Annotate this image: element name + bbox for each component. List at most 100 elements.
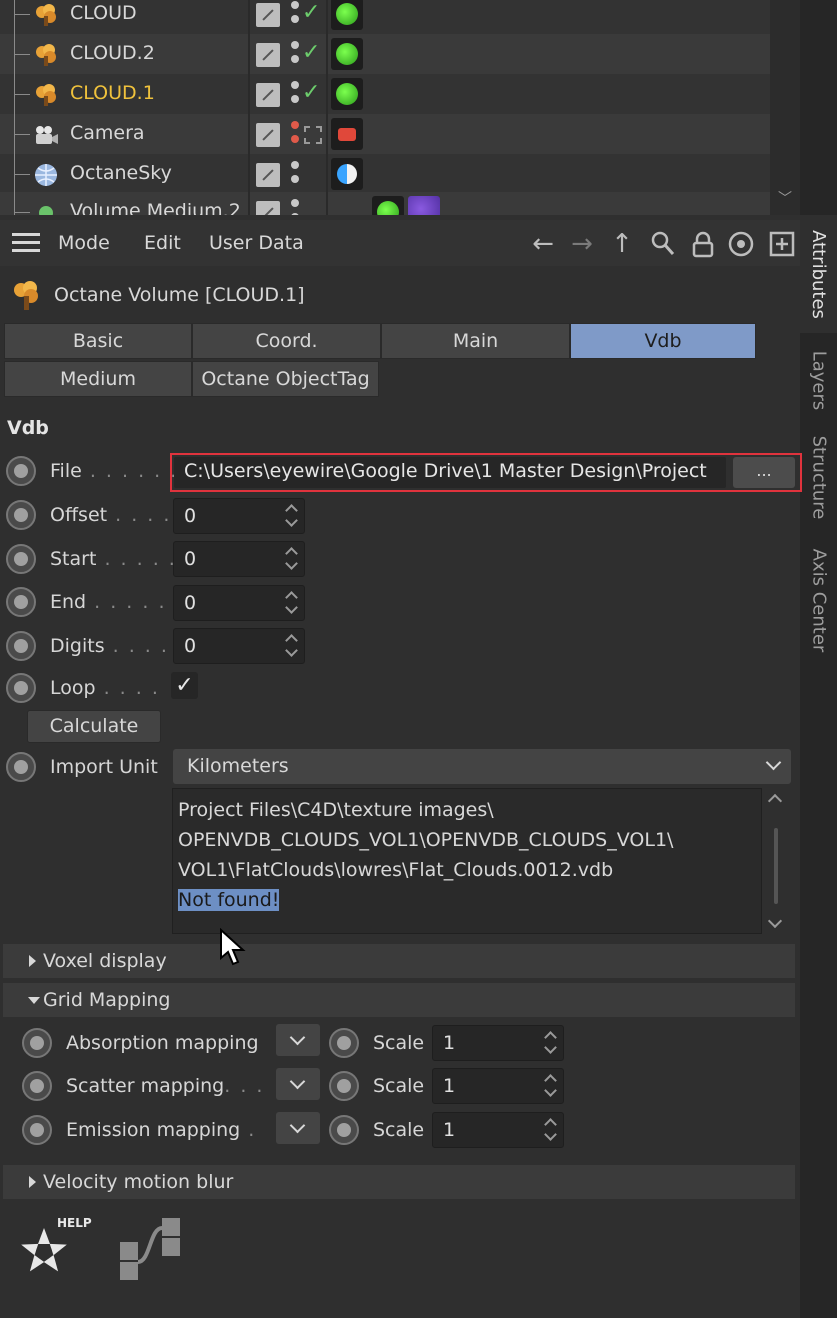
enabled-check-icon[interactable]: ✓	[302, 40, 320, 65]
arrow-left-icon[interactable]: ←	[528, 229, 558, 259]
edit-visibility-icon[interactable]	[256, 43, 280, 67]
edit-visibility-icon[interactable]	[256, 83, 280, 107]
hamburger-menu-icon[interactable]	[12, 233, 40, 253]
object-name: CLOUD.2	[70, 42, 155, 64]
scatter-scale-field[interactable]: 1	[432, 1068, 564, 1104]
new-panel-icon[interactable]	[767, 229, 797, 259]
enabled-check-icon[interactable]: ✓	[302, 80, 320, 105]
group-voxel-display[interactable]: Voxel display	[3, 944, 795, 978]
scatter-mapping-dropdown[interactable]	[276, 1068, 320, 1100]
lock-icon[interactable]	[688, 229, 718, 259]
arrow-up-icon[interactable]: ↑	[607, 229, 637, 259]
arrow-right-icon[interactable]: →	[567, 229, 597, 259]
tab-attributes[interactable]: Attributes	[800, 215, 837, 333]
octane-tag-icon[interactable]	[331, 38, 363, 70]
emission-mapping-dropdown[interactable]	[276, 1112, 320, 1144]
enabled-check-icon[interactable]: ✓	[302, 0, 320, 25]
end-field[interactable]: 0	[173, 585, 305, 621]
tab-structure[interactable]: Structure	[800, 427, 837, 527]
tab-main[interactable]: Main	[381, 323, 570, 359]
visibility-dots[interactable]	[291, 118, 299, 150]
target-icon[interactable]	[726, 229, 756, 259]
keyframe-dot-icon[interactable]	[329, 1071, 359, 1101]
search-icon[interactable]	[648, 229, 678, 259]
tab-layers[interactable]: Layers	[800, 340, 837, 420]
object-row-cloud-1[interactable]: CLOUD.1 ✓	[0, 74, 770, 114]
object-row-octanesky[interactable]: OctaneSky	[0, 154, 770, 194]
tab-axis-center[interactable]: Axis Center	[800, 535, 837, 665]
import-unit-label: Import Unit	[50, 756, 158, 778]
octane-tag-icon[interactable]	[331, 78, 363, 110]
keyframe-dot-icon[interactable]	[22, 1115, 52, 1145]
menu-user-data[interactable]: User Data	[209, 232, 304, 254]
emission-scale-field[interactable]: 1	[432, 1112, 564, 1148]
visibility-dots[interactable]	[291, 158, 299, 190]
enabled-toggle-icon[interactable]	[304, 126, 322, 144]
import-unit-dropdown[interactable]: Kilometers	[173, 749, 791, 784]
visibility-dots[interactable]	[291, 196, 299, 215]
keyframe-dot-icon[interactable]	[6, 587, 36, 617]
camera-tag-icon[interactable]	[331, 118, 363, 150]
object-row-volume-medium[interactable]: Volume Medium.2	[0, 192, 770, 215]
object-manager-scrollbar[interactable]: ﹀	[770, 0, 800, 215]
tab-medium[interactable]: Medium	[4, 361, 192, 397]
keyframe-dot-icon[interactable]	[22, 1071, 52, 1101]
side-tabs: Attributes Layers Structure Axis Center	[800, 215, 837, 1318]
tab-octane-objecttag[interactable]: Octane ObjectTag	[192, 361, 379, 397]
keyframe-dot-icon[interactable]	[6, 500, 36, 530]
file-info-box[interactable]: Project Files\C4D\texture images\ OPENVD…	[172, 788, 762, 934]
info-scrollbar[interactable]	[764, 788, 788, 934]
octane-help-button[interactable]: HELP	[16, 1212, 96, 1282]
edit-visibility-icon[interactable]	[256, 3, 280, 27]
attribute-menu-bar: Mode Edit User Data ← → ↑	[0, 220, 800, 266]
spinner-icon	[286, 632, 300, 660]
keyframe-dot-icon[interactable]	[6, 673, 36, 703]
keyframe-dot-icon[interactable]	[329, 1028, 359, 1058]
sky-tag-icon[interactable]	[331, 158, 363, 190]
keyframe-dot-icon[interactable]	[6, 631, 36, 661]
info-line: OPENVDB_CLOUDS_VOL1\OPENVDB_CLOUDS_VOL1\	[178, 829, 674, 851]
keyframe-dot-icon[interactable]	[6, 456, 36, 486]
file-path-field[interactable]: C:\Users\eyewire\Google Drive\1 Master D…	[174, 457, 726, 488]
calculate-button[interactable]: Calculate	[27, 710, 161, 743]
group-grid-mapping[interactable]: Grid Mapping	[3, 983, 795, 1017]
visibility-dots[interactable]	[291, 0, 299, 30]
octane-tag-icon[interactable]	[372, 196, 404, 215]
digits-field[interactable]: 0	[173, 628, 305, 664]
scale-label: Scale	[373, 1075, 425, 1097]
menu-edit[interactable]: Edit	[144, 232, 181, 254]
edit-visibility-icon[interactable]	[256, 123, 280, 147]
object-row-camera[interactable]: Camera	[0, 114, 770, 154]
octane-logo-icon: HELP	[21, 1216, 92, 1272]
mouse-cursor-icon	[220, 928, 246, 966]
visibility-dots[interactable]	[291, 78, 299, 110]
node-editor-icon[interactable]	[118, 1216, 184, 1282]
object-title: Octane Volume [CLOUD.1]	[54, 284, 305, 306]
menu-mode[interactable]: Mode	[58, 232, 110, 254]
tab-basic[interactable]: Basic	[4, 323, 192, 359]
material-tag-icon[interactable]	[408, 196, 440, 215]
keyframe-dot-icon[interactable]	[6, 752, 36, 782]
object-name: CLOUD	[70, 2, 137, 24]
keyframe-dot-icon[interactable]	[6, 544, 36, 574]
object-row-cloud-2[interactable]: CLOUD.2 ✓	[0, 34, 770, 74]
object-row-cloud[interactable]: CLOUD ✓	[0, 0, 770, 34]
octane-tag-icon[interactable]	[331, 0, 363, 30]
keyframe-dot-icon[interactable]	[22, 1028, 52, 1058]
browse-button[interactable]: ...	[733, 457, 795, 488]
offset-field[interactable]: 0	[173, 498, 305, 534]
group-velocity-motion-blur[interactable]: Velocity motion blur	[3, 1165, 795, 1199]
start-field[interactable]: 0	[173, 541, 305, 577]
chevron-down-icon[interactable]: ﹀	[778, 188, 792, 208]
edit-visibility-icon[interactable]	[256, 201, 280, 215]
keyframe-dot-icon[interactable]	[329, 1115, 359, 1145]
loop-checkbox[interactable]: ✓	[171, 672, 198, 699]
edit-visibility-icon[interactable]	[256, 163, 280, 187]
tab-vdb[interactable]: Vdb	[570, 323, 756, 359]
chevron-up-icon	[767, 793, 783, 809]
absorption-mapping-dropdown[interactable]	[276, 1024, 320, 1056]
absorption-scale-field[interactable]: 1	[432, 1025, 564, 1061]
tab-coord[interactable]: Coord.	[192, 323, 381, 359]
loop-label: Loop . . . .	[50, 677, 160, 699]
visibility-dots[interactable]	[291, 38, 299, 70]
